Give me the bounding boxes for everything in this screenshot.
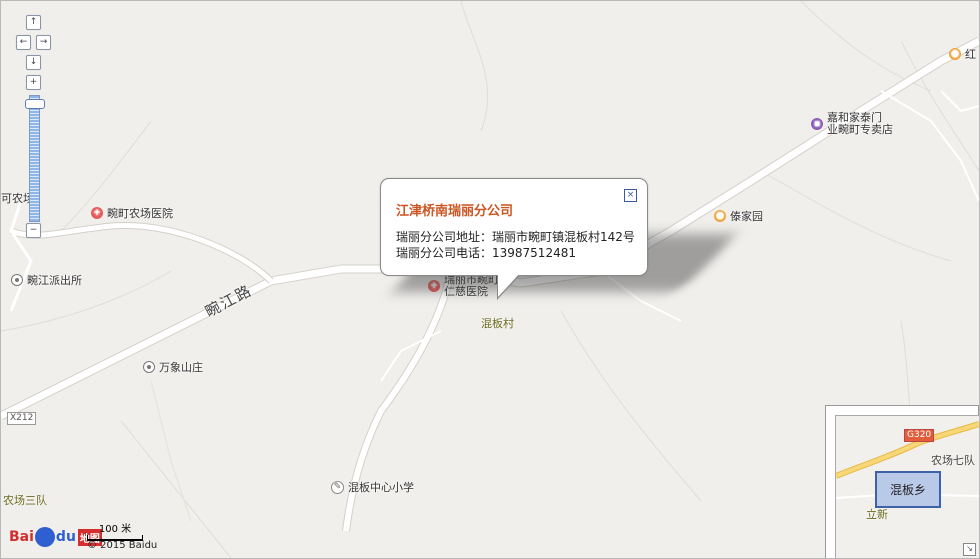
restaurant-icon: ● [949, 48, 961, 60]
overview-farm7: 农场七队 [931, 454, 975, 467]
info-window: 江津桥南瑞丽分公司 瑞丽分公司地址：瑞丽市畹町镇混板村142号 瑞丽分公司电话：… [380, 178, 648, 276]
scale-label: 100 米 [98, 524, 132, 535]
school-icon: ✎ [331, 480, 344, 494]
map-canvas[interactable]: 畹江路 X212 + 畹町农场医院 畹江派出所 万象山庄 ✎ 混板中心小学 ▪ … [0, 0, 980, 559]
poi-farm-hospital[interactable]: + 畹町农场医院 [91, 205, 173, 221]
place-icon [143, 361, 155, 373]
overview-toggle-icon[interactable]: ↘ [963, 543, 976, 556]
zoom-slider-thumb[interactable] [25, 99, 45, 109]
zoom-in-button[interactable]: + [26, 75, 41, 90]
pan-down-button[interactable]: ↓ [26, 55, 41, 70]
poi-label: 万象山庄 [159, 361, 203, 374]
info-window-title: 江津桥南瑞丽分公司 [396, 204, 514, 219]
navigation-control: ↑ ← → ↓ + − [15, 15, 55, 245]
poi-top-right[interactable]: ● 红 [949, 46, 976, 62]
shopping-bag-icon: ▪ [811, 118, 823, 130]
poi-police[interactable]: 畹江派出所 [11, 272, 82, 288]
zoom-slider-track[interactable] [29, 95, 40, 222]
poi-tai-garden[interactable]: ● 傣家园 [714, 208, 763, 224]
overview-viewport[interactable]: 混板乡 [875, 471, 941, 508]
popup-tail [498, 273, 520, 297]
zoom-out-button[interactable]: − [26, 223, 41, 238]
pan-up-button[interactable]: ↑ [26, 15, 41, 30]
scale-control: 100 米 [87, 520, 143, 541]
copyright: © 2015 Baidu [87, 540, 158, 551]
overview-g320-shield: G320 [904, 429, 935, 442]
poi-school[interactable]: ✎ 混板中心小学 [331, 479, 414, 495]
poi-wanxiang[interactable]: 万象山庄 [143, 359, 203, 375]
poi-label: 混板中心小学 [348, 481, 414, 494]
logo-text-du: du [55, 529, 76, 545]
road-shield-x212: X212 [7, 412, 37, 425]
poi-jiahe[interactable]: ▪ 嘉和家泰门 业畹町专卖店 [811, 112, 893, 136]
pan-right-button[interactable]: → [36, 35, 51, 50]
info-window-phone: 瑞丽分公司电话：13987512481 [396, 246, 576, 260]
restaurant-icon: ● [714, 210, 726, 222]
poi-label: 红 [965, 48, 976, 61]
paw-icon [34, 527, 55, 547]
logo-text-bai: Bai [9, 529, 34, 545]
info-window-address: 瑞丽分公司地址：瑞丽市畹町镇混板村142号 [396, 230, 635, 244]
overview-map: G320 农场七队 立新 混板乡 ↘ [825, 405, 979, 558]
poi-label: 傣家园 [730, 210, 763, 223]
pan-left-button[interactable]: ← [16, 35, 31, 50]
police-icon [11, 274, 23, 286]
poi-label-line2: 业畹町专卖店 [827, 123, 893, 136]
close-icon[interactable]: × [624, 189, 637, 202]
village-farm3: 农场三队 [3, 494, 47, 507]
overview-map-canvas[interactable]: G320 农场七队 立新 混板乡 [835, 415, 979, 558]
poi-label: 畹町农场医院 [107, 207, 173, 220]
poi-label: 畹江派出所 [27, 274, 82, 287]
village-hunban: 混板村 [481, 317, 514, 330]
overview-lixin: 立新 [866, 508, 888, 521]
hospital-icon: + [91, 207, 103, 219]
